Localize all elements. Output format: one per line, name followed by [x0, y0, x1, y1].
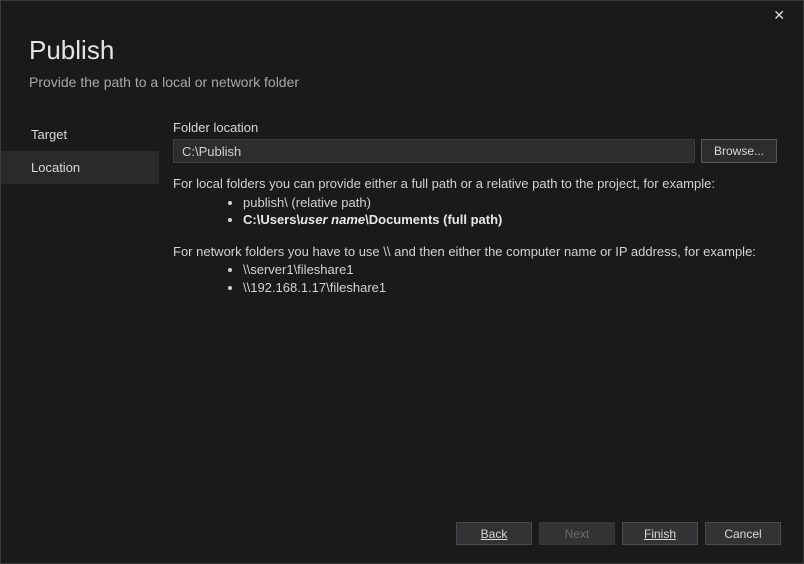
dialog-footer: Back Next Finish Cancel [1, 510, 803, 563]
finish-button[interactable]: Finish [622, 522, 698, 545]
help-local-intro: For local folders you can provide either… [173, 175, 777, 193]
help-network-intro: For network folders you have to use \\ a… [173, 243, 777, 261]
close-icon[interactable]: ✕ [765, 3, 793, 27]
dialog-header: Publish Provide the path to a local or n… [1, 1, 803, 90]
wizard-content: Folder location Browse... For local fold… [159, 118, 803, 310]
help-network-example-ip: \\192.168.1.17\fileshare1 [243, 279, 777, 297]
nav-item-target[interactable]: Target [1, 118, 159, 151]
help-local-example-full: C:\Users\user name\Documents (full path) [243, 211, 777, 229]
cancel-button[interactable]: Cancel [705, 522, 781, 545]
nav-item-location[interactable]: Location [1, 151, 159, 184]
folder-location-label: Folder location [173, 120, 777, 135]
help-text: For local folders you can provide either… [173, 175, 777, 296]
back-button[interactable]: Back [456, 522, 532, 545]
help-network-example-name: \\server1\fileshare1 [243, 261, 777, 279]
help-local-example-relative: publish\ (relative path) [243, 194, 777, 212]
browse-button[interactable]: Browse... [701, 139, 777, 163]
wizard-nav: Target Location [1, 118, 159, 310]
folder-location-input[interactable] [173, 139, 695, 163]
next-button: Next [539, 522, 615, 545]
dialog-subtitle: Provide the path to a local or network f… [29, 74, 775, 90]
dialog-title: Publish [29, 35, 775, 66]
